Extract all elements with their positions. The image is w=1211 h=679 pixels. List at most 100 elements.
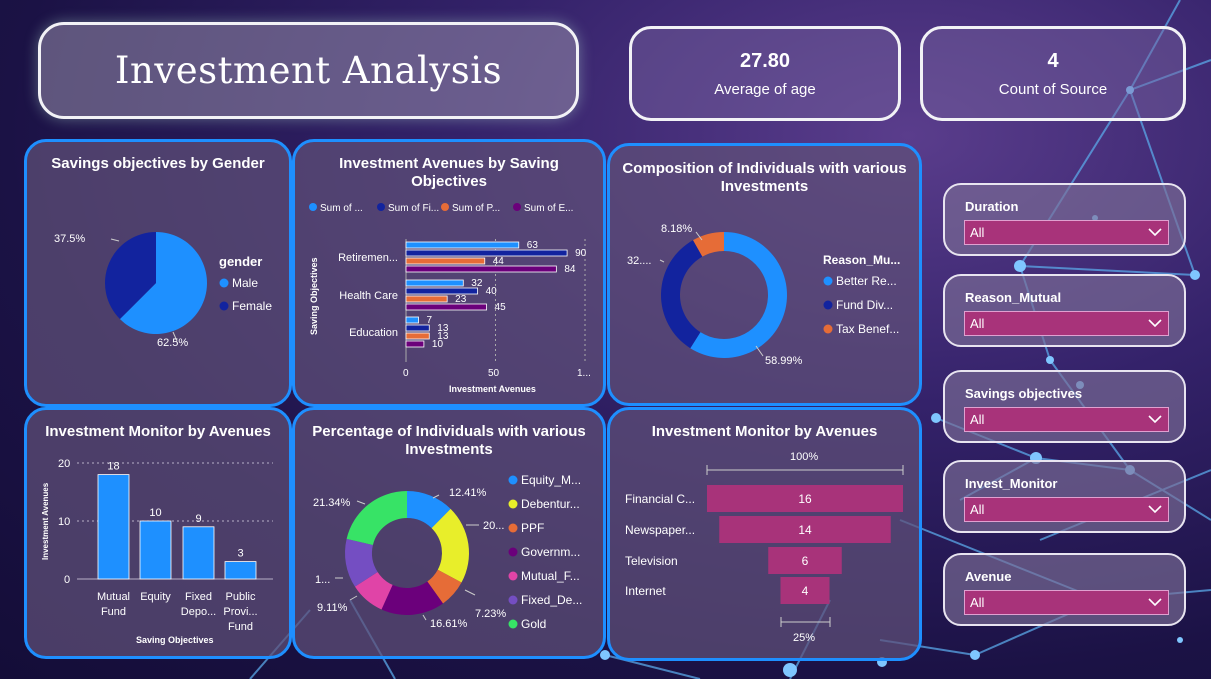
legend-item[interactable]: PPF: [521, 521, 544, 535]
bar[interactable]: [405, 295, 448, 303]
legend-swatch: [508, 523, 518, 533]
column-bar[interactable]: [182, 526, 215, 580]
bar-data-label: 10: [432, 339, 444, 350]
legend-item[interactable]: Fixed_De...: [521, 593, 582, 607]
legend-item-1[interactable]: Sum of Fi...: [388, 203, 439, 214]
bar[interactable]: [405, 287, 478, 295]
legend-item[interactable]: Mutual_F...: [521, 569, 580, 583]
x-category-label: Mutual: [97, 591, 130, 603]
pie-chart[interactable]: [105, 232, 207, 334]
x-tick-100: 1...: [577, 368, 591, 379]
slicer-reason-mutual: Reason_Mutual All: [943, 274, 1186, 347]
donut-slice-6[interactable]: [346, 491, 407, 546]
legend-item-better[interactable]: Better Re...: [836, 274, 897, 288]
chart-monitor-funnel[interactable]: Investment Monitor by Avenues 100% 16 Fin…: [607, 407, 922, 661]
funnel-category-label: Internet: [625, 584, 666, 598]
x-category-label: Provi...: [223, 606, 257, 618]
bar[interactable]: [405, 324, 430, 332]
pie-label-male: 62.5%: [157, 337, 188, 349]
bar-data-label: 84: [564, 264, 576, 275]
column-bar[interactable]: [97, 474, 130, 580]
donut-data-label: 9.11%: [317, 602, 348, 614]
chart-monitor-columns[interactable]: Investment Monitor by Avenues 20 10 0 18…: [24, 407, 292, 659]
legend-item-tax[interactable]: Tax Benef...: [836, 322, 899, 336]
bar-data-label: 90: [575, 248, 587, 259]
bar[interactable]: [405, 340, 425, 348]
funnel-category-label: Newspaper...: [625, 523, 695, 537]
donut-data-label: 1...: [315, 574, 330, 586]
chart-percentage-investments[interactable]: Percentage of Individuals with various I…: [292, 407, 606, 659]
bar[interactable]: [405, 241, 520, 249]
chart-composition-investments[interactable]: Composition of Individuals with various …: [607, 143, 922, 406]
reason-mutual-dropdown[interactable]: All: [964, 311, 1169, 336]
legend-item[interactable]: Gold: [521, 617, 546, 631]
column-bar[interactable]: [224, 561, 257, 580]
legend-swatch-0: [309, 203, 317, 211]
y-tick-0: 0: [64, 574, 70, 586]
kpi-value: 27.80: [739, 49, 791, 72]
kpi-count-source: 4 Count of Source: [920, 26, 1186, 121]
bar[interactable]: [405, 257, 486, 265]
chevron-down-icon: [1148, 505, 1162, 514]
donut-chart[interactable]: [345, 491, 469, 615]
bar-data-label: 63: [527, 240, 539, 251]
bar[interactable]: [405, 249, 568, 257]
funnel-data-label: 14: [798, 523, 812, 537]
donut-chart[interactable]: [661, 232, 787, 358]
legend-swatch-2: [441, 203, 449, 211]
x-axis-label: Investment Avenues: [449, 384, 536, 394]
legend-swatch-tax: [823, 324, 833, 334]
slicer-invest-monitor: Invest_Monitor All: [943, 460, 1186, 533]
bar[interactable]: [405, 316, 419, 324]
column-data-label: 18: [107, 461, 119, 473]
legend-swatch-female: [219, 301, 229, 311]
slicer-duration: Duration All: [943, 183, 1186, 256]
legend-swatch-fund: [823, 300, 833, 310]
legend-swatch: [508, 499, 518, 509]
chart-savings-by-gender[interactable]: Savings objectives by Gender 37.5% 62.5%…: [24, 139, 292, 407]
pie-label-female: 37.5%: [54, 233, 85, 245]
funnel-top-label: 100%: [790, 451, 818, 463]
legend-item-male[interactable]: Male: [232, 276, 258, 290]
page-title: Investment Analysis: [114, 49, 503, 92]
legend-item-0[interactable]: Sum of ...: [320, 203, 363, 214]
legend-item-female[interactable]: Female: [232, 299, 272, 313]
legend-item-fund[interactable]: Fund Div...: [836, 298, 893, 312]
legend-swatch: [508, 571, 518, 581]
y-axis-label: Saving Objectives: [309, 257, 319, 335]
bar-data-label: 32: [471, 278, 483, 289]
slicer-label: Duration: [965, 199, 1019, 214]
legend-item[interactable]: Governm...: [521, 545, 580, 559]
y-tick-20: 20: [58, 458, 70, 470]
funnel-category-label: Television: [625, 554, 678, 568]
donut-data-label: 20...: [483, 520, 504, 532]
funnel-data-label: 16: [798, 492, 812, 506]
x-category-label: Equity: [140, 591, 171, 603]
x-tick-0: 0: [403, 368, 409, 379]
chevron-down-icon: [1148, 319, 1162, 328]
donut-data-label: 7.23%: [475, 608, 506, 620]
report-title-card: Investment Analysis: [38, 22, 579, 119]
bar[interactable]: [405, 279, 464, 287]
legend-swatch-3: [513, 203, 521, 211]
savings-objectives-dropdown[interactable]: All: [964, 407, 1169, 432]
legend-item-2[interactable]: Sum of P...: [452, 203, 500, 214]
column-bar[interactable]: [139, 520, 172, 580]
donut-label-tax: 8.18%: [661, 223, 692, 235]
invest-monitor-dropdown[interactable]: All: [964, 497, 1169, 522]
bar[interactable]: [405, 332, 430, 340]
avenue-dropdown[interactable]: All: [964, 590, 1169, 615]
legend-item[interactable]: Debentur...: [521, 497, 580, 511]
x-axis-label: Saving Objectives: [136, 635, 214, 645]
slicer-label: Avenue: [965, 569, 1012, 584]
chevron-down-icon: [1148, 598, 1162, 607]
bar[interactable]: [405, 303, 487, 311]
chart-avenues-by-saving[interactable]: Investment Avenues by Saving Objectives …: [292, 139, 606, 407]
legend-swatch: [508, 595, 518, 605]
donut-slice-1[interactable]: [661, 240, 703, 349]
duration-dropdown[interactable]: All: [964, 220, 1169, 245]
bar-data-label: 45: [495, 302, 507, 313]
legend-item-3[interactable]: Sum of E...: [524, 203, 573, 214]
legend-item[interactable]: Equity_M...: [521, 473, 581, 487]
bar[interactable]: [405, 265, 557, 273]
